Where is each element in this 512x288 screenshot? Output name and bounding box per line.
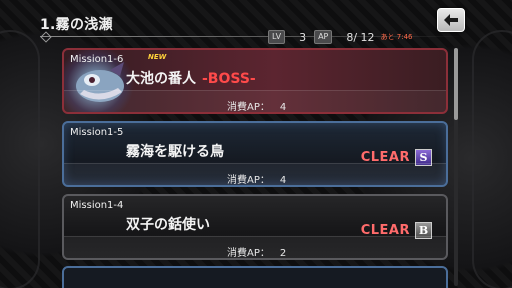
ap-cost-value: 4 [279, 175, 287, 186]
player-stats: LV 3 AP 8/ 12 あと 7:46 [268, 28, 413, 46]
mission-card[interactable]: Mission1-5 霧海を駆ける鳥 CLEAR S 消費AP： 4 [62, 121, 448, 187]
scroll-thumb[interactable] [454, 48, 458, 120]
mission-card-boss[interactable]: NEW Mission1-6 大池の番人 -BOSS- 消費AP： 4 [62, 48, 448, 114]
ap-cost-label: 消費AP： [227, 102, 270, 113]
ornament-right [472, 30, 512, 288]
new-badge: NEW [148, 53, 167, 61]
mission-list[interactable]: NEW Mission1-6 大池の番人 -BOSS- 消費AP： 4 Missio… [62, 48, 452, 288]
ap-cost: 消費AP： 2 [227, 244, 287, 259]
header: 1.霧の浅瀬 [40, 12, 113, 36]
mission-name-text: 大池の番人 [126, 71, 196, 87]
back-button[interactable] [437, 8, 465, 32]
lv-value: 3 [299, 30, 307, 44]
boss-label: -BOSS- [202, 71, 256, 87]
mission-name: 双子の銛使い [126, 217, 210, 233]
ap-recovery-timer: あと 7:46 [380, 33, 413, 41]
scrollbar[interactable] [454, 48, 458, 286]
mission-card[interactable]: Mission1-4 双子の銛使い CLEAR B 消費AP： 2 [62, 194, 448, 260]
lv-tag: LV [268, 30, 286, 44]
ap-cost-value: 2 [279, 248, 287, 259]
ap-cost-label: 消費AP： [227, 248, 270, 259]
mission-card-partial[interactable] [62, 266, 448, 288]
page-title: 1.霧の浅瀬 [40, 17, 113, 33]
ap-value: 8/ 12 [346, 30, 375, 44]
mission-id: Mission1-6 [70, 54, 124, 65]
mission-id: Mission1-5 [70, 127, 124, 138]
back-arrow-icon [444, 14, 458, 26]
ap-cost-value: 4 [279, 102, 287, 113]
mission-id: Mission1-4 [70, 200, 124, 211]
ap-cost: 消費AP： 4 [227, 98, 287, 113]
ap-tag: AP [314, 30, 333, 44]
ap-cost-label: 消費AP： [227, 175, 270, 186]
mission-name: 霧海を駆ける鳥 [126, 144, 224, 160]
ap-cost: 消費AP： 4 [227, 171, 287, 186]
ornament-left [0, 30, 40, 288]
mission-name: 大池の番人 -BOSS- [126, 68, 256, 88]
